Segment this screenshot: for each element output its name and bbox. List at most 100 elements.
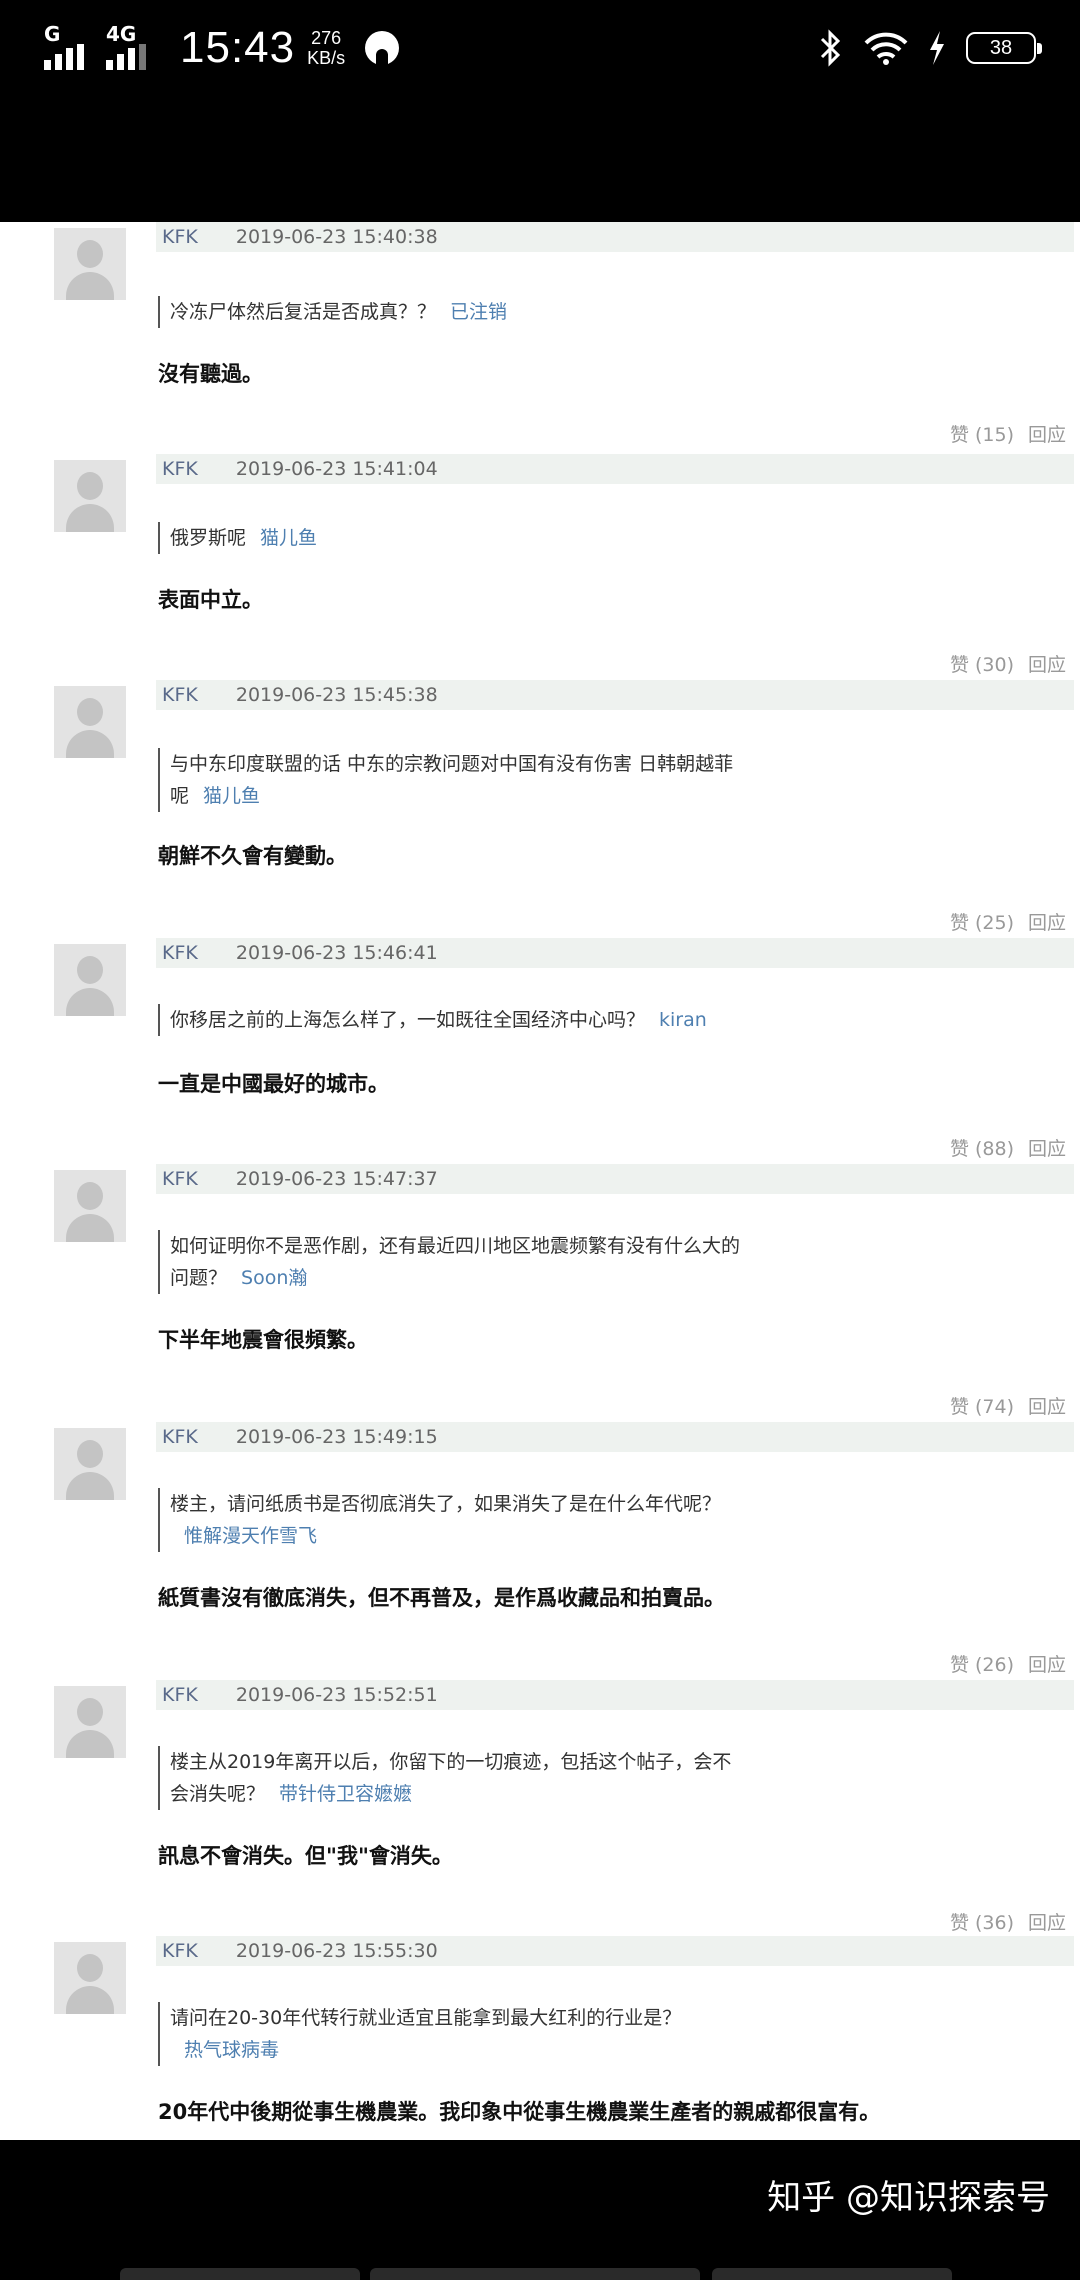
quoted-comment: 楼主从2019年离开以后，你留下的一切痕迹，包括这个帖子，会不 会消失呢？ 带针侍… bbox=[158, 1746, 780, 1810]
quote-text: 与中东印度联盟的话 中东的宗教问题对中国有没有伤害 日韩朝越菲 bbox=[170, 753, 734, 775]
comment-header: KFK 2019-06-23 15:41:04 bbox=[156, 454, 1074, 484]
comment-actions: 赞 (88) 回应 bbox=[950, 1134, 1066, 1161]
quote-author[interactable]: 带针侍卫容嬷嬷 bbox=[279, 1783, 412, 1805]
quote-text: 请问在20-30年代转行就业适宜且能拿到最大红利的行业是？ bbox=[170, 2007, 682, 2029]
reply-button[interactable]: 回应 bbox=[1028, 1654, 1066, 1676]
comment-date: 2019-06-23 15:46:41 bbox=[235, 942, 438, 964]
reply-button[interactable]: 回应 bbox=[1028, 1912, 1066, 1934]
reply-text: 一直是中國最好的城市。 bbox=[158, 1072, 389, 1096]
comment-date: 2019-06-23 15:40:38 bbox=[235, 226, 438, 248]
quote-text: 呢 bbox=[170, 785, 190, 807]
quote-text: 你移居之前的上海怎么样了，一如既往全国经济中心吗？ bbox=[170, 1009, 646, 1031]
reply-text: 訊息不會消失。但"我"會消失。 bbox=[158, 1844, 453, 1868]
quote-author[interactable]: 已注销 bbox=[450, 301, 507, 323]
reply-text: 下半年地震會很頻繁。 bbox=[158, 1328, 368, 1352]
network-speed: 276 KB/s bbox=[307, 28, 345, 68]
comment-date: 2019-06-23 15:41:04 bbox=[235, 458, 438, 480]
quoted-comment: 俄罗斯呢 猫儿鱼 bbox=[158, 522, 780, 554]
battery-level: 38 bbox=[989, 36, 1013, 59]
quote-author[interactable]: 惟解漫天作雪飞 bbox=[184, 1525, 317, 1547]
reply-button[interactable]: 回应 bbox=[1028, 912, 1066, 934]
comment-actions: 赞 (15) 回应 bbox=[950, 420, 1066, 447]
speed-value: 276 bbox=[311, 28, 342, 48]
nav-tab[interactable] bbox=[712, 2268, 952, 2280]
quote-text: 问题？ bbox=[170, 1267, 228, 1289]
quote-text: 如何证明你不是恶作剧，还有最近四川地区地震频繁有没有什么大的 bbox=[170, 1235, 741, 1257]
signal-icon: G bbox=[44, 22, 96, 70]
signal-4g-icon: 4G bbox=[106, 22, 158, 70]
comment-actions: 赞 (36) 回应 bbox=[950, 1908, 1066, 1935]
like-button[interactable]: 赞 (74) bbox=[950, 1396, 1014, 1418]
like-button[interactable]: 赞 (30) bbox=[950, 654, 1014, 676]
like-button[interactable]: 赞 (25) bbox=[950, 912, 1014, 934]
avatar bbox=[54, 686, 126, 758]
network-label: G bbox=[44, 22, 61, 46]
watermark: 知乎 @知识探索号 bbox=[767, 2178, 1050, 2218]
reply-text: 紙質書沒有徹底消失，但不再普及，是作爲收藏品和拍賣品。 bbox=[158, 1586, 725, 1610]
quote-author[interactable]: kiran bbox=[659, 1009, 707, 1031]
bluetooth-icon bbox=[820, 29, 841, 67]
avatar bbox=[54, 1428, 126, 1500]
reply-button[interactable]: 回应 bbox=[1028, 1396, 1066, 1418]
avatar bbox=[54, 1170, 126, 1242]
comment-header: KFK 2019-06-23 15:46:41 bbox=[156, 938, 1074, 968]
reply-text: 表面中立。 bbox=[158, 588, 263, 612]
comment-username[interactable]: KFK bbox=[162, 226, 198, 248]
comment-actions: 赞 (25) 回应 bbox=[950, 908, 1066, 935]
quote-author[interactable]: 猫儿鱼 bbox=[203, 785, 260, 807]
comment-username[interactable]: KFK bbox=[162, 1684, 198, 1706]
comment-header: KFK 2019-06-23 15:40:38 bbox=[156, 222, 1074, 252]
quoted-comment: 与中东印度联盟的话 中东的宗教问题对中国有没有伤害 日韩朝越菲 呢猫儿鱼 bbox=[158, 748, 780, 812]
quote-author[interactable]: 热气球病毒 bbox=[184, 2039, 279, 2061]
reply-button[interactable]: 回应 bbox=[1028, 424, 1066, 446]
like-button[interactable]: 赞 (26) bbox=[950, 1654, 1014, 1676]
comment-username[interactable]: KFK bbox=[162, 942, 198, 964]
reply-text: 沒有聽過。 bbox=[158, 362, 263, 386]
quote-author[interactable]: Soon瀚 bbox=[241, 1267, 307, 1289]
battery-icon: 38 bbox=[966, 32, 1042, 64]
comment-username[interactable]: KFK bbox=[162, 458, 198, 480]
avatar bbox=[54, 228, 126, 300]
comment-header: KFK 2019-06-23 15:49:15 bbox=[156, 1422, 1074, 1452]
comment-header: KFK 2019-06-23 15:45:38 bbox=[156, 680, 1074, 710]
comment-username[interactable]: KFK bbox=[162, 1940, 198, 1962]
comment-actions: 赞 (74) 回应 bbox=[950, 1392, 1066, 1419]
comment-date: 2019-06-23 15:49:15 bbox=[235, 1426, 438, 1448]
comment-header: KFK 2019-06-23 15:47:37 bbox=[156, 1164, 1074, 1194]
comment-date: 2019-06-23 15:55:30 bbox=[235, 1940, 438, 1962]
comment-username[interactable]: KFK bbox=[162, 684, 198, 706]
status-bar: G 4G 15:43 276 KB/s 38 bbox=[0, 0, 1080, 222]
avatar bbox=[54, 460, 126, 532]
app-notification-icon bbox=[365, 31, 400, 65]
charging-icon bbox=[930, 31, 944, 65]
comment-username[interactable]: KFK bbox=[162, 1426, 198, 1448]
avatar bbox=[54, 944, 126, 1016]
reply-button[interactable]: 回应 bbox=[1028, 654, 1066, 676]
comment-date: 2019-06-23 15:47:37 bbox=[235, 1168, 438, 1190]
like-button[interactable]: 赞 (15) bbox=[950, 424, 1014, 446]
nav-tab[interactable] bbox=[120, 2268, 360, 2280]
comment-actions: 赞 (30) 回应 bbox=[950, 650, 1066, 677]
reply-text: 20年代中後期從事生機農業。我印象中從事生機農業生產者的親戚都很富有。 bbox=[158, 2100, 881, 2124]
comment-header: KFK 2019-06-23 15:55:30 bbox=[156, 1936, 1074, 1966]
reply-button[interactable]: 回应 bbox=[1028, 1138, 1066, 1160]
quote-text: 楼主从2019年离开以后，你留下的一切痕迹，包括这个帖子，会不 bbox=[170, 1751, 732, 1773]
wifi-icon bbox=[864, 32, 908, 65]
network-label-4g: 4G bbox=[106, 22, 137, 46]
quote-author[interactable]: 猫儿鱼 bbox=[260, 527, 317, 549]
quote-text: 会消失呢？ bbox=[170, 1783, 266, 1805]
like-button[interactable]: 赞 (88) bbox=[950, 1138, 1014, 1160]
quote-text: 俄罗斯呢 bbox=[170, 527, 247, 549]
comment-date: 2019-06-23 15:52:51 bbox=[235, 1684, 438, 1706]
quoted-comment: 冷冻尸体然后复活是否成真？？ 已注销 bbox=[158, 296, 780, 328]
like-button[interactable]: 赞 (36) bbox=[950, 1912, 1014, 1934]
quoted-comment: 请问在20-30年代转行就业适宜且能拿到最大红利的行业是？ 热气球病毒 bbox=[158, 2002, 780, 2066]
quoted-comment: 你移居之前的上海怎么样了，一如既往全国经济中心吗？ kiran bbox=[158, 1004, 780, 1036]
comment-header: KFK 2019-06-23 15:52:51 bbox=[156, 1680, 1074, 1710]
comment-username[interactable]: KFK bbox=[162, 1168, 198, 1190]
nav-tab[interactable] bbox=[370, 2268, 700, 2280]
comment-actions: 赞 (26) 回应 bbox=[950, 1650, 1066, 1677]
avatar bbox=[54, 1942, 126, 2014]
reply-text: 朝鮮不久會有變動。 bbox=[158, 844, 347, 868]
clock: 15:43 bbox=[180, 23, 296, 72]
